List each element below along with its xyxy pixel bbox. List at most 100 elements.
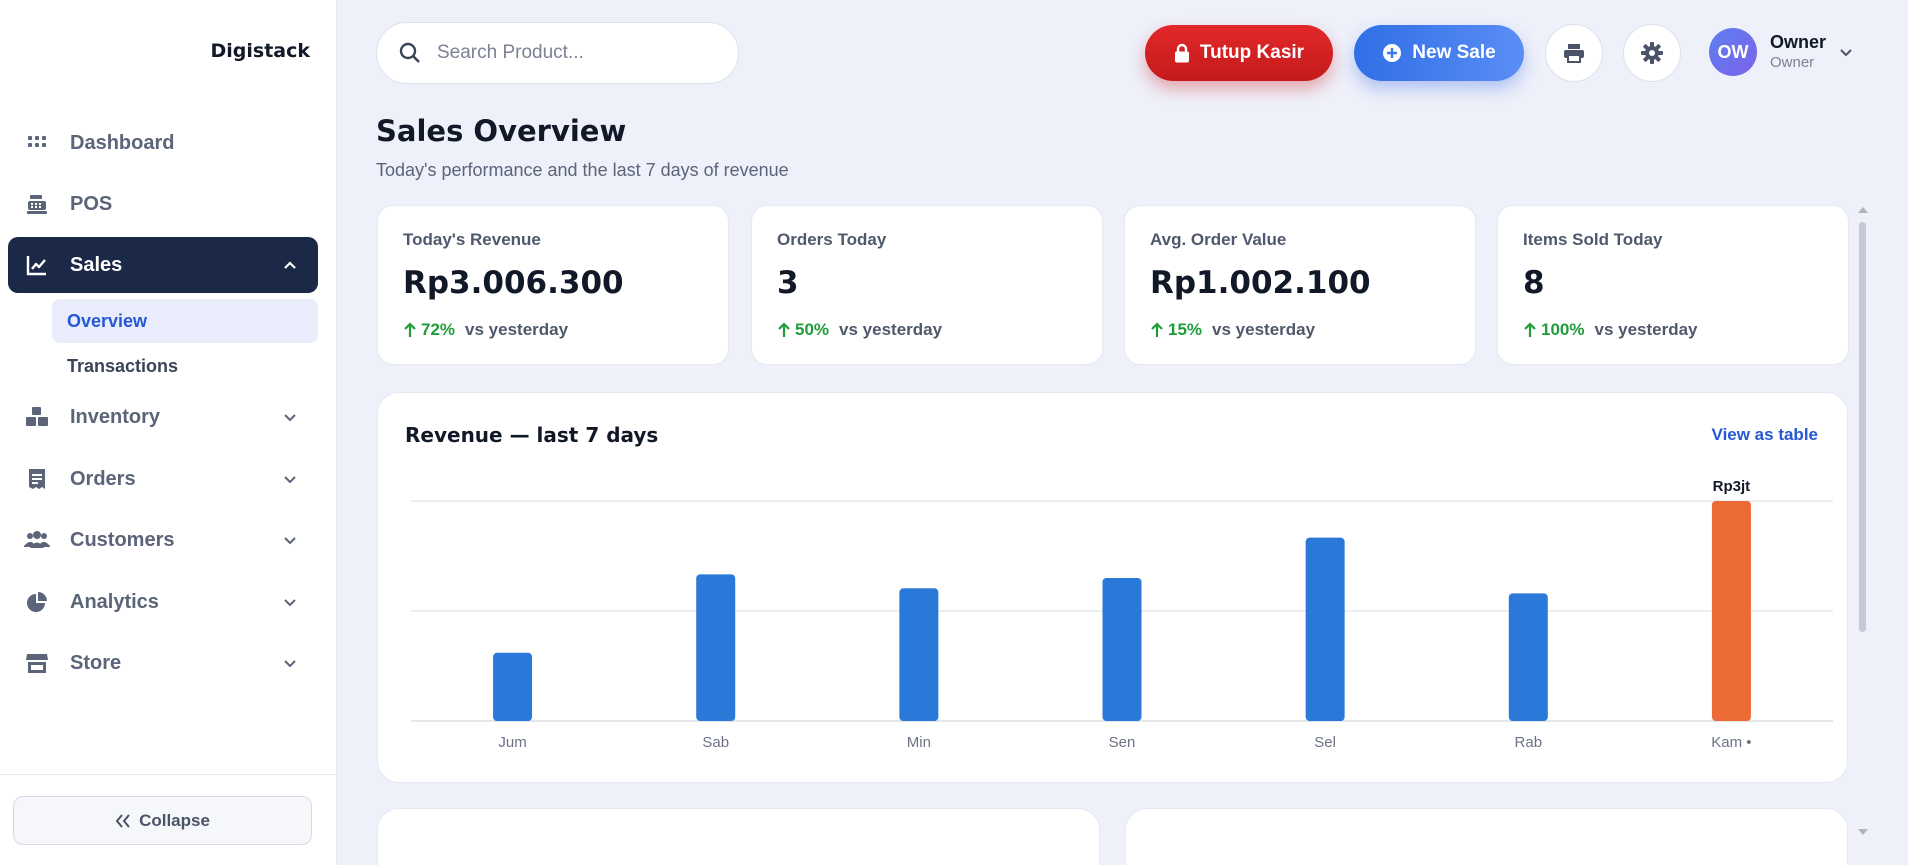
page-subtitle: Today's performance and the last 7 days …	[376, 160, 789, 180]
store-icon	[24, 650, 50, 676]
stat-compare: vs yesterday	[839, 320, 943, 339]
sidebar-item-inventory[interactable]: Inventory	[8, 389, 318, 445]
stat-delta: 72% vs yesterday	[403, 320, 568, 340]
double-chevron-left-icon	[115, 813, 130, 828]
settings-button[interactable]	[1623, 24, 1681, 82]
stat-compare: vs yesterday	[465, 320, 569, 339]
chart-tick-label: Min	[907, 734, 931, 751]
sidebar: Digistack Dashboard POS Sales Overview T…	[0, 0, 337, 865]
sidebar-footer: Collapse	[0, 774, 337, 865]
line-chart-icon	[24, 252, 50, 278]
sidebar-item-label: Analytics	[70, 590, 159, 613]
sidebar-item-store[interactable]: Store	[8, 635, 318, 691]
brand-logo[interactable]: Digistack	[210, 40, 310, 62]
collapse-button[interactable]: Collapse	[13, 796, 312, 845]
chart-bar	[696, 574, 736, 721]
new-sale-label: New Sale	[1412, 42, 1496, 63]
chevron-down-icon	[284, 476, 296, 484]
sidebar-subitem-overview[interactable]: Overview	[52, 299, 318, 343]
sidebar-item-label: POS	[70, 192, 113, 215]
chevron-down-icon	[284, 660, 296, 668]
sidebar-item-label: Inventory	[70, 405, 161, 428]
chart-bar	[493, 652, 533, 721]
chart-tick-label: Rab	[1515, 734, 1543, 751]
scroll-down-arrow[interactable]	[1858, 829, 1868, 835]
print-button[interactable]	[1545, 24, 1603, 82]
grid-icon	[24, 130, 50, 156]
chart-bar	[899, 588, 939, 721]
search-box[interactable]	[376, 22, 739, 84]
user-name[interactable]: Owner	[1770, 32, 1826, 53]
chart-tick-label: Sen	[1109, 734, 1136, 751]
stat-card-items-sold: Items Sold Today 8 100% vs yesterday	[1497, 205, 1849, 365]
stat-delta-value: 100%	[1541, 320, 1585, 339]
plus-circle-icon	[1383, 44, 1402, 62]
chart-tick-label: Sab	[702, 734, 729, 751]
receipt-icon	[24, 466, 50, 492]
chevron-up-icon	[284, 261, 296, 269]
sidebar-item-dashboard[interactable]: Dashboard	[8, 115, 318, 171]
sidebar-subitem-transactions[interactable]: Transactions	[52, 344, 318, 388]
page-title: Sales Overview	[376, 114, 627, 148]
chart-tick-label: Kam •	[1711, 734, 1751, 751]
stat-value: 8	[1523, 265, 1545, 301]
sidebar-item-analytics[interactable]: Analytics	[8, 574, 318, 630]
bottom-panel-right	[1125, 808, 1848, 865]
sidebar-item-label: Dashboard	[70, 131, 175, 154]
printer-icon	[1564, 44, 1584, 63]
chart-data-label: Rp3jt	[1713, 478, 1751, 495]
chart-tick-label: Jum	[498, 734, 526, 751]
search-input[interactable]	[437, 42, 697, 64]
stat-compare: vs yesterday	[1212, 320, 1316, 339]
collapse-label: Collapse	[139, 810, 210, 830]
stat-value: Rp1.002.100	[1150, 265, 1371, 301]
chart-bar	[1305, 537, 1345, 721]
stat-delta: 100% vs yesterday	[1523, 320, 1698, 340]
arrow-up-icon	[1151, 322, 1163, 337]
revenue-chart-panel: Revenue — last 7 days View as table Jum S…	[377, 392, 1848, 783]
scrollbar-thumb[interactable]	[1859, 222, 1866, 632]
cash-register-icon	[24, 191, 50, 217]
gear-icon	[1641, 42, 1663, 64]
arrow-up-icon	[404, 322, 416, 337]
lock-icon	[1174, 43, 1189, 63]
stat-delta-value: 50%	[795, 320, 830, 339]
scroll-up-arrow[interactable]	[1858, 207, 1868, 213]
stat-delta: 50% vs yesterday	[777, 320, 942, 340]
pie-chart-icon	[24, 589, 50, 615]
close-register-button[interactable]: Tutup Kasir	[1145, 25, 1333, 81]
sidebar-item-label: Orders	[70, 467, 136, 490]
chart-tick-label: Sel	[1314, 734, 1336, 751]
avatar[interactable]: OW	[1709, 28, 1757, 76]
stat-card-revenue: Today's Revenue Rp3.006.300 72% vs yeste…	[377, 205, 729, 365]
close-register-label: Tutup Kasir	[1199, 42, 1305, 63]
stat-delta-value: 15%	[1168, 320, 1203, 339]
arrow-up-icon	[778, 322, 790, 337]
sidebar-item-sales[interactable]: Sales	[8, 237, 318, 293]
stat-label: Avg. Order Value	[1150, 230, 1287, 249]
sidebar-item-label: Customers	[70, 528, 175, 551]
users-icon	[24, 527, 50, 553]
arrow-up-icon	[1524, 322, 1536, 337]
chevron-down-icon[interactable]	[1838, 44, 1854, 60]
chevron-down-icon	[284, 414, 296, 422]
stat-value: Rp3.006.300	[403, 265, 624, 301]
sidebar-item-orders[interactable]: Orders	[8, 451, 318, 507]
stat-delta: 15% vs yesterday	[1150, 320, 1315, 340]
sidebar-item-pos[interactable]: POS	[8, 176, 318, 232]
chart-bar	[1102, 578, 1142, 721]
new-sale-button[interactable]: New Sale	[1354, 25, 1524, 81]
sidebar-item-customers[interactable]: Customers	[8, 512, 318, 568]
stat-label: Items Sold Today	[1523, 230, 1663, 249]
sidebar-item-label: Store	[70, 651, 122, 674]
chart-bar	[1508, 593, 1548, 721]
chart-bar	[1711, 501, 1751, 721]
stat-card-avg-order: Avg. Order Value Rp1.002.100 15% vs yest…	[1124, 205, 1476, 365]
sidebar-item-label: Sales	[70, 253, 123, 276]
stat-label: Today's Revenue	[403, 230, 541, 249]
search-icon	[399, 42, 420, 63]
boxes-icon	[24, 404, 50, 430]
bottom-panel-left	[377, 808, 1100, 865]
stat-card-orders: Orders Today 3 50% vs yesterday	[751, 205, 1103, 365]
stat-value: 3	[777, 265, 799, 301]
